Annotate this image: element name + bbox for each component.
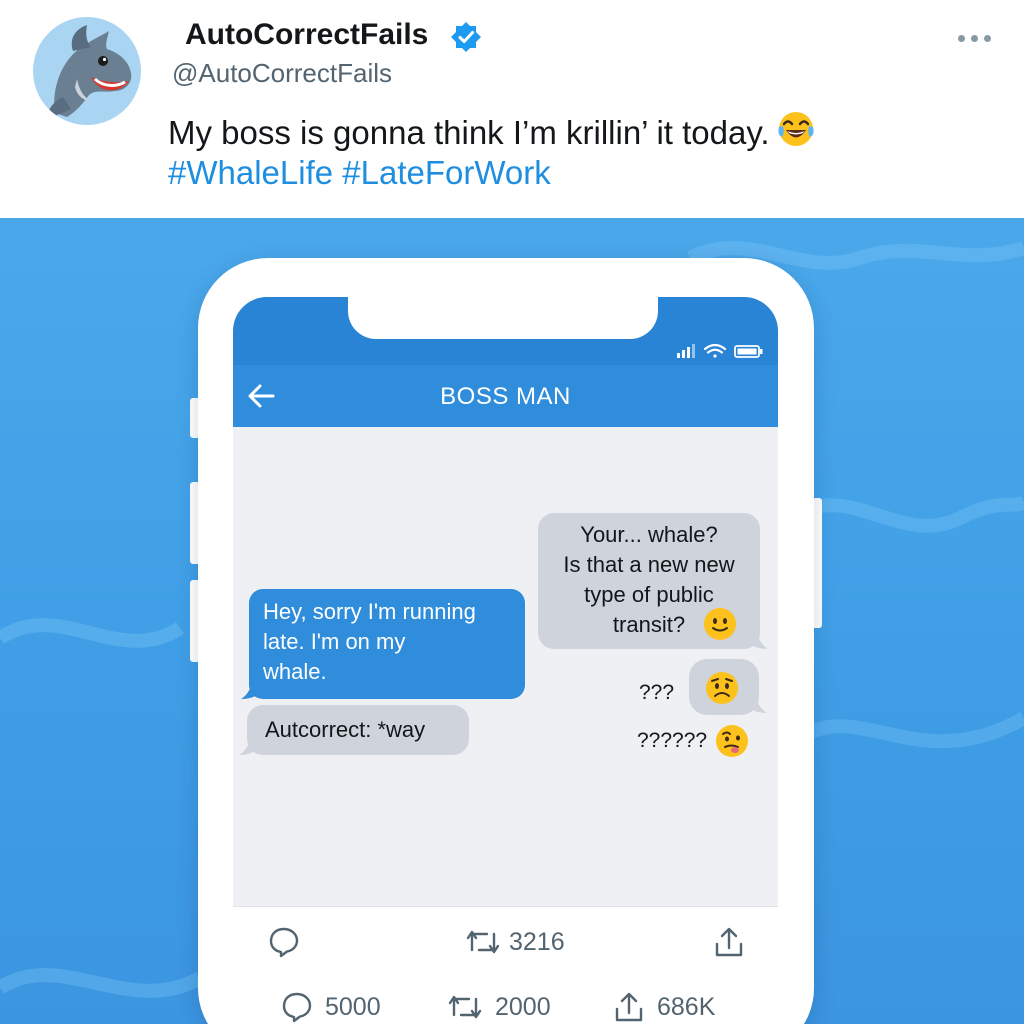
reply-long-text: ?????? xyxy=(637,729,708,752)
tweet-reply-button[interactable]: 5000 xyxy=(281,990,381,1024)
battery-icon xyxy=(734,345,763,358)
verified-badge-icon xyxy=(451,22,481,52)
tweet-header: AutoCorrectFails @AutoCorrectFails My bo… xyxy=(0,0,1024,218)
retweet-icon xyxy=(448,995,482,1019)
reply-short-text: ??? xyxy=(639,681,675,704)
tweet-reply-count: 5000 xyxy=(325,992,381,1021)
wifi-icon xyxy=(703,344,727,358)
tweet-share-button[interactable]: 686K xyxy=(613,990,715,1024)
hashtags: #WhaleLife #LateForWork xyxy=(168,151,551,195)
screen-action-bar: 3216 xyxy=(233,906,778,978)
screen-retweet-button[interactable]: 3216 xyxy=(465,925,565,959)
screen-retweet-count: 3216 xyxy=(509,927,565,956)
confused-emoji-icon xyxy=(716,725,748,757)
sent-message-line: whale. xyxy=(263,659,327,684)
display-name[interactable]: AutoCorrectFails xyxy=(185,18,428,52)
retweet-icon xyxy=(466,930,500,954)
bubble-tail xyxy=(239,735,259,755)
reply-icon xyxy=(269,927,299,958)
bubble-tail xyxy=(746,627,768,649)
status-bar xyxy=(233,297,778,365)
hashtag-whalelife[interactable]: #WhaleLife xyxy=(168,154,333,191)
sent-message-line: Hey, sorry I'm running xyxy=(263,599,476,624)
share-icon xyxy=(715,927,743,957)
signal-icon xyxy=(677,344,695,358)
tweet-text: My boss is gonna think I’m krillin’ it t… xyxy=(168,109,816,155)
phone-notch xyxy=(348,297,658,339)
slightly-smiling-emoji-icon xyxy=(704,608,736,640)
tweet-text-body: My boss is gonna think I’m krillin’ it t… xyxy=(168,114,770,151)
avatar[interactable] xyxy=(33,17,141,125)
sent-message-bubble: Hey, sorry I'm running late. I'm on my w… xyxy=(249,589,525,699)
share-icon xyxy=(615,992,643,1022)
autocorrect-message-bubble: Autcorrect: *way xyxy=(247,705,469,755)
dolphin-icon xyxy=(45,25,132,121)
tweet-action-bar: 5000 2000 686K xyxy=(233,978,778,1024)
bubble-tail xyxy=(241,677,263,699)
tweet-retweet-count: 2000 xyxy=(495,992,551,1021)
received-message-line: Is that a new new xyxy=(563,552,735,577)
received-message-line: type of public xyxy=(584,582,714,607)
tweet-retweet-button[interactable]: 2000 xyxy=(447,990,551,1024)
more-options-icon[interactable] xyxy=(956,33,994,43)
screen-share-button[interactable] xyxy=(713,925,745,959)
received-message-line: Your... whale? xyxy=(580,522,718,547)
reply-icon xyxy=(282,992,312,1023)
chat-nav-bar: BOSS MAN xyxy=(233,365,778,427)
sent-message-line: late. I'm on my xyxy=(263,629,406,654)
user-handle[interactable]: @AutoCorrectFails xyxy=(172,58,392,89)
bubble-tail xyxy=(745,693,767,713)
tweet-share-count: 686K xyxy=(657,992,716,1021)
tears-of-joy-emoji-icon xyxy=(777,112,814,146)
worried-emoji-icon xyxy=(706,672,738,704)
status-icons xyxy=(677,344,763,358)
hashtag-lateforwork[interactable]: #LateForWork xyxy=(342,154,550,191)
chat-title: BOSS MAN xyxy=(440,383,571,410)
screen-reply-button[interactable] xyxy=(269,925,299,959)
